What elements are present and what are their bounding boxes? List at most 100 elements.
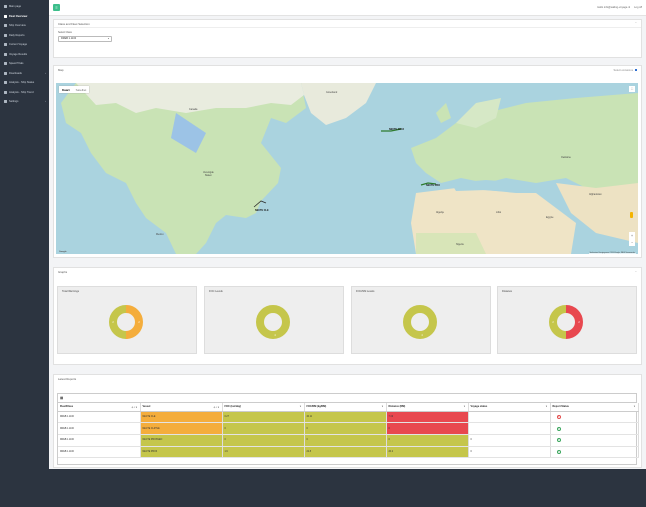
graph-panel: FOC Levels 4 xyxy=(204,286,344,354)
vessel-marker-label[interactable]: NECTE CLE xyxy=(255,209,269,212)
card-title: Class and Fleet Selection xyxy=(58,21,90,26)
table-row[interactable]: DREB 1.1100 NECTE PROSSEO 0 0 0 0 ✓ xyxy=(58,434,639,447)
sidebar-item-label: Analysis - Ship Trend xyxy=(9,90,34,94)
sidebar-item[interactable]: Fleet Overview xyxy=(0,12,49,22)
sidebar-item-label: Current Voyage xyxy=(9,43,28,47)
column-header[interactable]: Fleet/Class ⊙ ≡▼ xyxy=(58,403,141,412)
pegman-icon[interactable] xyxy=(630,212,633,218)
donut-slice[interactable] xyxy=(403,305,437,339)
table-cell-voyage xyxy=(468,411,551,424)
column-header[interactable]: FOC/NM (kg/NM) ▼ xyxy=(304,403,387,412)
table-cell-focnm: 0 xyxy=(304,422,387,435)
table-row[interactable]: DREB 1.1100 NECTE CLE 0.27 40.11 7.19 ✕ xyxy=(58,411,639,424)
table-toolbar: ▦ xyxy=(58,394,636,403)
checkbox-icon[interactable] xyxy=(634,68,637,72)
fullscreen-icon[interactable]: ⛶ xyxy=(629,86,635,92)
donut-slice[interactable] xyxy=(109,305,127,339)
select-class-label: Select Class xyxy=(58,31,72,34)
map-attribution: Sneltoetsen Kaartgegevens ©2024 Google, … xyxy=(588,253,636,254)
home-icon xyxy=(4,5,7,9)
label-nigeria: Nigeria xyxy=(456,243,464,246)
graph-panel: Total Warnings 2 2 xyxy=(57,286,197,354)
table-cell-distance: 7.19 xyxy=(386,411,469,424)
donut-slice[interactable] xyxy=(256,305,290,339)
zoom-in-icon[interactable]: + xyxy=(631,234,633,238)
table-cell-fleet: DREB 1.1100 xyxy=(58,422,141,435)
class-select[interactable]: DREB 1.1100 ▾ xyxy=(58,35,112,42)
emissions-toggle[interactable]: Select emissions xyxy=(614,69,637,72)
sidebar-item[interactable]: Analysis - Ship Status xyxy=(0,78,49,88)
card-header: Map Select emissions xyxy=(54,66,641,74)
table-cell-voyage xyxy=(468,422,551,435)
table-cell-vessel: NECTE PRO3 xyxy=(140,446,223,459)
sidebar-item[interactable]: Analysis - Ship Trend xyxy=(0,88,49,98)
column-header[interactable]: Voyage status ▼ xyxy=(468,403,551,412)
table-cell-status: ✓ xyxy=(550,434,639,447)
sidebar-item-label: Downloads xyxy=(9,71,22,75)
column-header[interactable]: Report Status ▼ xyxy=(550,403,639,412)
table-cell-vessel: NECTE PROSSEO xyxy=(140,434,223,447)
topbar: ≡ Hello info@sailing-voyage.nl Log off xyxy=(49,0,646,16)
hamburger-icon[interactable]: ≡ xyxy=(53,4,60,11)
table-cell-status: ✓ xyxy=(550,422,639,435)
collapse-icon[interactable]: ⌃ xyxy=(635,22,637,25)
label-mexico: Mexico xyxy=(156,233,164,236)
reports-table-wrapper: ▦ Fleet/Class ⊙ ≡▼ Vessel ⊙ ≡▼ FOC (ton/day)… xyxy=(57,393,639,465)
check-icon[interactable]: ✓ xyxy=(556,426,561,431)
column-header-label: Vessel xyxy=(142,405,151,409)
table-row[interactable]: DREB 1.1100 NECTE CLRTLE 0 0 0 ✓ xyxy=(58,422,639,435)
donut-slice[interactable] xyxy=(565,305,583,339)
tab-satellite[interactable]: Satelliet xyxy=(73,86,90,93)
label-greenland: Groenland xyxy=(326,91,338,94)
donut-slice[interactable] xyxy=(549,305,567,339)
filter-icon[interactable]: ▼ xyxy=(299,406,301,408)
table-row[interactable]: DREB 1.1100 NECTE PRO3 1.9 22.8 20.2 0 ✓ xyxy=(58,446,639,459)
collapse-icon[interactable]: ⌃ xyxy=(635,271,637,274)
logout-link[interactable]: Log off xyxy=(634,6,642,9)
filter-icon[interactable]: ▼ xyxy=(381,406,383,408)
class-selection-card: Class and Fleet Selection ⌃ Select Class… xyxy=(53,19,642,58)
filter-icon[interactable]: ▼ xyxy=(545,406,547,408)
filter-icon[interactable]: ⊙ ≡▼ xyxy=(132,406,138,409)
check-icon[interactable]: ✓ xyxy=(556,449,561,454)
table-cell-fleet: DREB 1.1100 xyxy=(58,446,141,459)
column-header-label: FOC (ton/day) xyxy=(224,405,242,409)
table-cell-focnm: 0 xyxy=(304,434,387,447)
download-icon xyxy=(4,71,7,75)
column-header[interactable]: Vessel ⊙ ≡▼ xyxy=(140,403,223,412)
sidebar-item[interactable]: Main page xyxy=(0,2,49,12)
sidebar-item[interactable]: Settings ‹ xyxy=(0,97,49,107)
map-land xyxy=(61,83,638,254)
vessel-marker-label[interactable]: NECTE PRO xyxy=(426,184,440,187)
table-cell-voyage: 0 xyxy=(468,434,551,447)
label-libya: Libië xyxy=(496,211,502,214)
sidebar-item-label: Voyage Results xyxy=(9,52,28,56)
sidebar: Main page Fleet Overview Ship Overview Dail… xyxy=(0,0,49,507)
vessel-marker-label[interactable]: NECTE FRC2 xyxy=(389,128,404,131)
filter-icon[interactable]: ▼ xyxy=(463,406,465,408)
graph-title: FOC Levels xyxy=(209,290,223,293)
table-cell-vessel: NECTE CLRTLE xyxy=(140,422,223,435)
map[interactable]: Canada Verenigde Staten Mexico Groenland… xyxy=(56,83,638,254)
filter-icon[interactable]: ▼ xyxy=(633,406,635,408)
class-select-value: DREB 1.1100 xyxy=(61,37,77,40)
column-header[interactable]: FOC (ton/day) ▼ xyxy=(222,403,305,412)
donut-chart: 4 xyxy=(403,305,437,339)
sidebar-item[interactable]: Downloads ‹ xyxy=(0,69,49,79)
filter-icon[interactable]: ⊙ ≡▼ xyxy=(214,406,220,409)
chevron-down-icon: ▾ xyxy=(107,38,109,40)
error-icon[interactable]: ✕ xyxy=(556,414,561,419)
zoom-out-icon[interactable]: − xyxy=(631,241,633,245)
donut-slice[interactable] xyxy=(125,305,143,339)
user-greeting: Hello info@sailing-voyage.nl xyxy=(597,6,631,9)
sidebar-item[interactable]: Daily Reports xyxy=(0,31,49,41)
table-cell-status: ✓ xyxy=(550,446,639,459)
check-icon[interactable]: ✓ xyxy=(556,438,561,443)
sidebar-item[interactable]: Voyage Results xyxy=(0,50,49,60)
sidebar-item[interactable]: Speed Trials xyxy=(0,59,49,69)
column-header[interactable]: Distance (NM) ▼ xyxy=(386,403,469,412)
grid-icon[interactable]: ▦ xyxy=(60,396,63,400)
tab-map[interactable]: Kaart xyxy=(59,86,73,93)
sidebar-item[interactable]: Ship Overview xyxy=(0,21,49,31)
sidebar-item[interactable]: Current Voyage xyxy=(0,40,49,50)
